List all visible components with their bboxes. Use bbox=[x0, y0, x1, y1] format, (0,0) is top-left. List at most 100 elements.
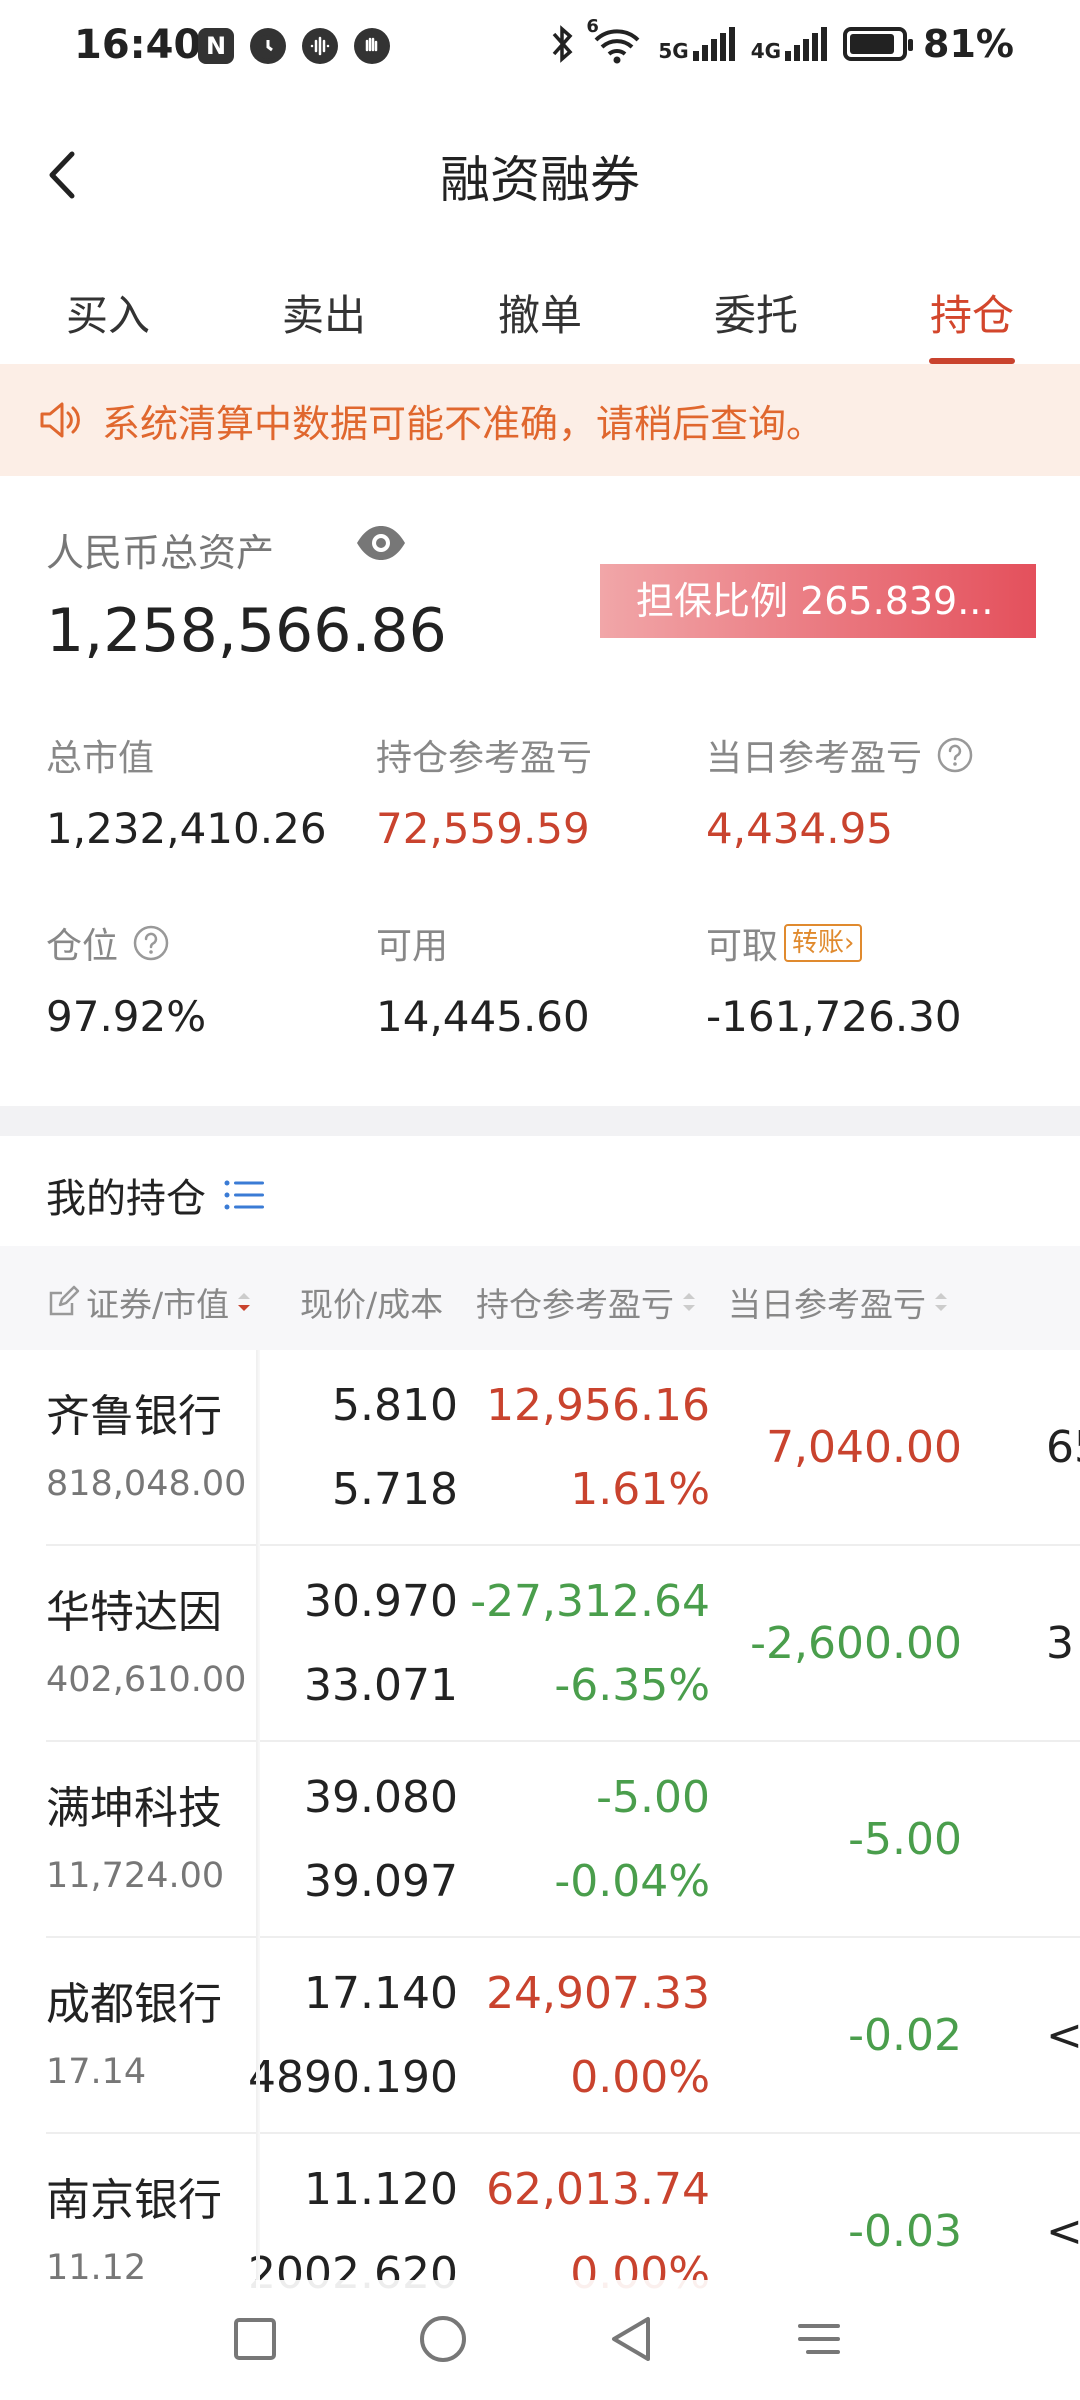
day-pl: -5.00 bbox=[848, 1814, 962, 1865]
system-nav-bar bbox=[0, 2280, 1080, 2400]
nfc-icon: N bbox=[198, 28, 234, 64]
section-divider bbox=[0, 1106, 1080, 1136]
security-name: 南京银行 bbox=[46, 2175, 222, 2226]
stat-label: 持仓参考盈亏 bbox=[376, 738, 593, 779]
stat-withdrawable: 可取 转账› -161,726.30 bbox=[706, 918, 1036, 1106]
table-row[interactable]: 华特达因 402,610.00 30.970 33.071 -27,312.64… bbox=[0, 1546, 1080, 1742]
market-value: 17.14 bbox=[46, 2052, 147, 2092]
circle-icon[interactable] bbox=[408, 2304, 478, 2374]
current-price: 30.970 bbox=[304, 1576, 458, 1627]
stat-value: 1,232,410.26 bbox=[46, 804, 327, 853]
tab-positions[interactable]: 持仓 bbox=[864, 260, 1080, 364]
tab-orders[interactable]: 委托 bbox=[648, 260, 864, 364]
total-assets-value: 1,258,566.86 bbox=[46, 596, 447, 666]
speaker-icon bbox=[40, 402, 80, 438]
table-row[interactable]: 南京银行 11.12 11.120 2002.620 62,013.74 0.0… bbox=[0, 2134, 1080, 2290]
table-row[interactable]: 齐鲁银行 818,048.00 5.810 5.718 12,956.16 1.… bbox=[0, 1350, 1080, 1546]
security-name: 华特达因 bbox=[46, 1587, 222, 1638]
menu-icon[interactable] bbox=[784, 2304, 854, 2374]
status-right: 6 5G 4G 81% bbox=[550, 16, 1014, 66]
cost-price: 5.718 bbox=[332, 1464, 458, 1515]
position-pl-pct: 0.00% bbox=[570, 2052, 710, 2103]
position-pl-pct: -6.35% bbox=[554, 1660, 710, 1711]
stat-label: 可取 bbox=[706, 926, 779, 967]
overflow-column: 3 bbox=[1046, 1618, 1074, 1669]
tab-cancel-order[interactable]: 撤单 bbox=[432, 260, 648, 364]
signal-5g: 5G bbox=[658, 27, 735, 63]
market-value: 818,048.00 bbox=[46, 1464, 247, 1504]
stat-position-pl: 持仓参考盈亏 72,559.59 bbox=[376, 730, 706, 918]
overflow-column: 65 bbox=[1046, 1422, 1080, 1473]
column-label: 持仓参考盈亏 bbox=[476, 1285, 674, 1324]
help-icon[interactable] bbox=[132, 924, 170, 962]
battery-level: 81% bbox=[923, 22, 1014, 66]
battery-icon bbox=[843, 27, 914, 61]
sort-desc-icon bbox=[238, 1293, 251, 1311]
network-5g-label: 5G bbox=[658, 39, 689, 63]
edit-icon[interactable] bbox=[46, 1285, 80, 1319]
column-position-pl[interactable]: 持仓参考盈亏 bbox=[476, 1278, 698, 1326]
column-price-cost[interactable]: 现价/成本 bbox=[300, 1278, 443, 1326]
status-time: 16:40 bbox=[74, 22, 202, 68]
position-pl: -27,312.64 bbox=[470, 1576, 710, 1627]
stat-label: 总市值 bbox=[46, 738, 155, 779]
day-pl: -0.03 bbox=[848, 2206, 962, 2257]
help-icon[interactable] bbox=[936, 736, 974, 774]
transfer-button[interactable]: 转账› bbox=[784, 924, 863, 962]
stat-value: 14,445.60 bbox=[376, 992, 590, 1041]
tab-sell[interactable]: 卖出 bbox=[216, 260, 432, 364]
stat-value: 97.92% bbox=[46, 992, 207, 1041]
sort-icon bbox=[935, 1293, 947, 1311]
stat-value: 72,559.59 bbox=[376, 804, 590, 853]
stat-label: 可用 bbox=[376, 926, 449, 967]
table-row[interactable]: 成都银行 17.14 17.140 4890.190 24,907.33 0.0… bbox=[0, 1938, 1080, 2134]
holdings-column-header: 证券/市值 现价/成本 持仓参考盈亏 当日参考盈亏 bbox=[0, 1246, 1080, 1350]
back-triangle-icon[interactable] bbox=[596, 2304, 666, 2374]
position-pl: 62,013.74 bbox=[486, 2164, 710, 2215]
column-label: 当日参考盈亏 bbox=[728, 1285, 926, 1324]
alarm-icon bbox=[250, 28, 286, 64]
page-title: 融资融券 bbox=[440, 151, 640, 209]
stat-value: 4,434.95 bbox=[706, 804, 894, 853]
security-name: 成都银行 bbox=[46, 1979, 222, 2030]
notice-banner: 系统清算中数据可能不准确，请稍后查询。 bbox=[0, 364, 1080, 476]
tab-bar: 买入 卖出 撤单 委托 持仓 bbox=[0, 260, 1080, 364]
column-day-pl[interactable]: 当日参考盈亏 bbox=[728, 1278, 950, 1326]
overflow-column: <( bbox=[1046, 2206, 1080, 2257]
cost-price: 39.097 bbox=[304, 1856, 458, 1907]
holdings-title: 我的持仓 bbox=[46, 1166, 266, 1224]
stat-position-ratio: 仓位 97.92% bbox=[46, 918, 376, 1106]
security-name: 满坤科技 bbox=[46, 1783, 222, 1834]
table-row[interactable]: 满坤科技 11,724.00 39.080 39.097 -5.00 -0.04… bbox=[0, 1742, 1080, 1938]
frozen-column-shadow bbox=[256, 1350, 260, 2290]
stat-label: 仓位 bbox=[46, 926, 119, 967]
square-icon[interactable] bbox=[220, 2304, 290, 2374]
column-security[interactable]: 证券/市值 bbox=[46, 1278, 253, 1326]
market-value: 402,610.00 bbox=[46, 1660, 247, 1700]
current-price: 11.120 bbox=[304, 2164, 458, 2215]
market-value: 11,724.00 bbox=[46, 1856, 225, 1896]
cost-price: 33.071 bbox=[304, 1660, 458, 1711]
position-pl-pct: -0.04% bbox=[554, 1856, 710, 1907]
transfer-label: 转账 bbox=[792, 928, 845, 958]
collateral-ratio-badge[interactable]: 担保比例 265.839... bbox=[600, 564, 1036, 638]
current-price: 17.140 bbox=[304, 1968, 458, 2019]
tab-buy[interactable]: 买入 bbox=[0, 260, 216, 364]
cost-price: 4890.190 bbox=[248, 2052, 458, 2103]
position-pl-pct: 1.61% bbox=[570, 1464, 710, 1515]
total-assets-label: 人民币总资产 bbox=[46, 531, 275, 575]
signal-bars-icon bbox=[692, 27, 735, 61]
stat-value: -161,726.30 bbox=[706, 992, 962, 1041]
stat-day-pl: 当日参考盈亏 4,434.95 bbox=[706, 730, 1036, 918]
wifi-badge: 6 bbox=[586, 16, 599, 37]
stat-available: 可用 14,445.60 bbox=[376, 918, 706, 1106]
day-pl: -2,600.00 bbox=[750, 1618, 962, 1669]
voice-icon bbox=[302, 28, 338, 64]
list-icon[interactable] bbox=[222, 1175, 266, 1215]
wifi-icon: 6 bbox=[586, 16, 642, 64]
position-pl: 24,907.33 bbox=[486, 1968, 710, 2019]
day-pl: -0.02 bbox=[848, 2010, 962, 2061]
status-left-icons: N bbox=[198, 28, 390, 64]
column-label: 证券/市值 bbox=[86, 1285, 230, 1324]
eye-icon[interactable] bbox=[354, 520, 408, 566]
